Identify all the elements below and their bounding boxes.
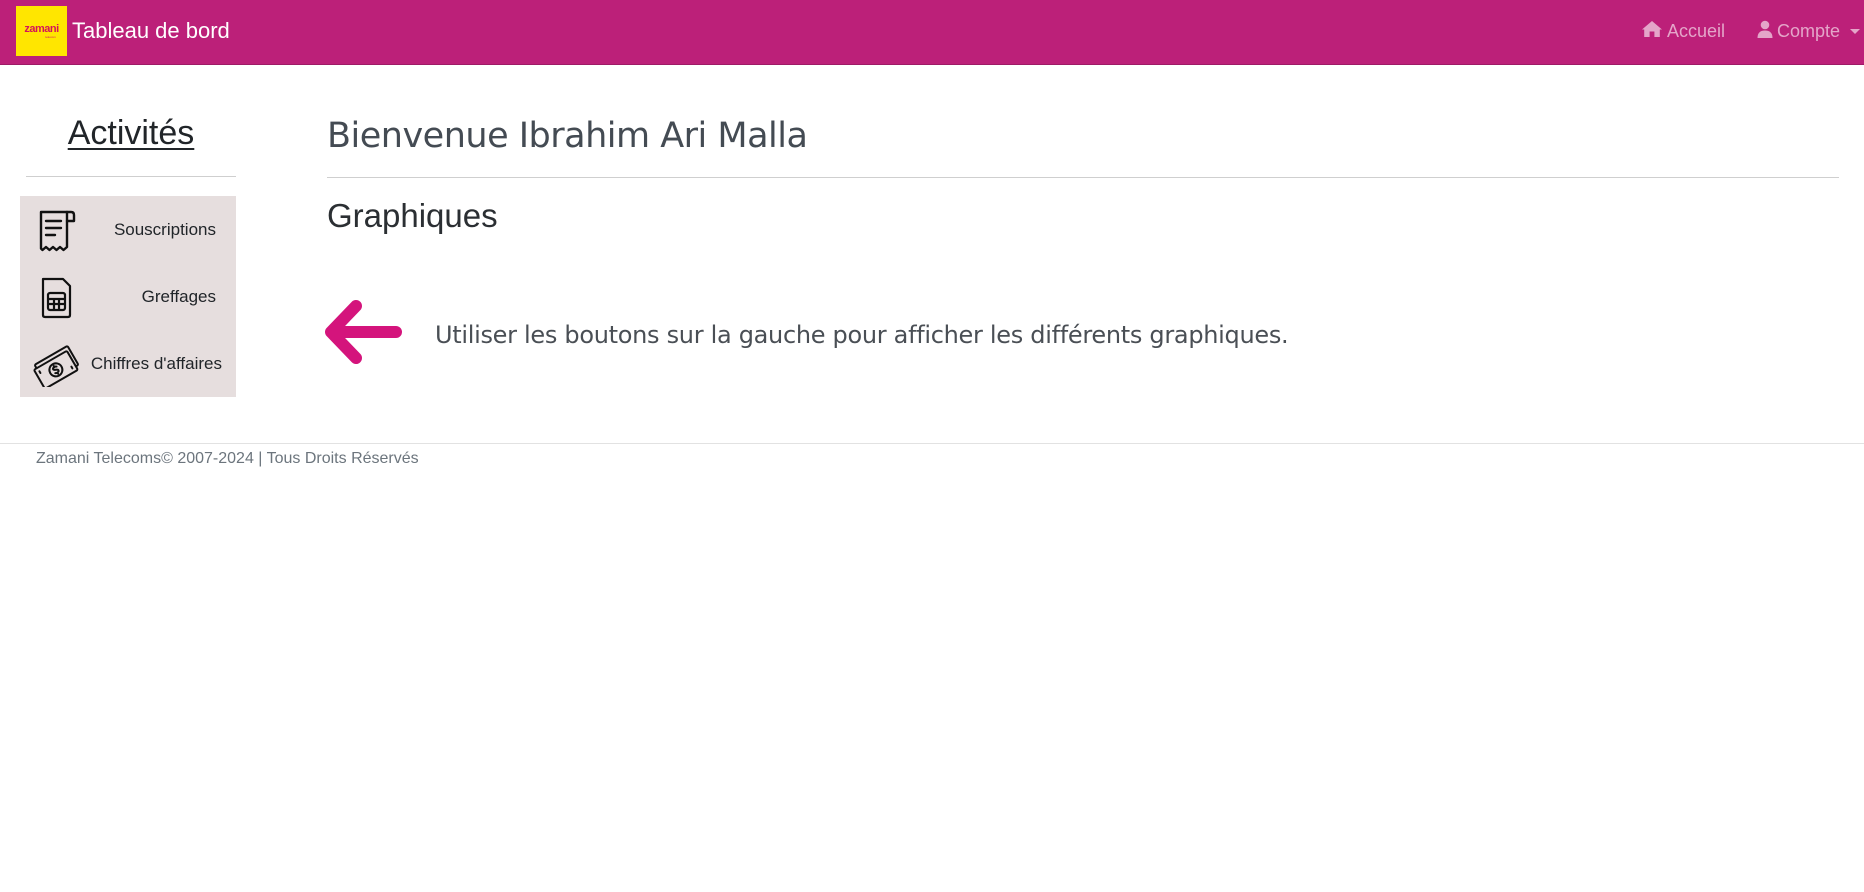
brand-link[interactable]: zamani telecom Tableau de bord [16,6,230,56]
arrow-left-icon [325,296,405,373]
home-link[interactable]: Accueil [1625,20,1741,43]
home-icon [1641,20,1663,43]
money-icon [32,340,80,388]
footer-copyright: Zamani Telecoms© 2007-2024 | Tous Droits… [36,450,419,467]
sidebar-title: Activités [67,114,195,152]
hint-text: Utiliser les boutons sur la gauche pour … [435,320,1289,349]
main-divider [327,177,1839,178]
sim-card-icon [32,273,80,321]
logo-text: zamani [24,22,59,35]
sidebar-item-label: Greffages [141,286,216,306]
zamani-logo: zamani telecom [16,6,67,56]
account-dropdown[interactable]: Compte [1741,20,1864,43]
hint-row: Utiliser les boutons sur la gauche pour … [325,296,1289,373]
sidebar-item-souscriptions[interactable]: Souscriptions [20,196,236,263]
sidebar-item-label: Souscriptions [113,219,216,239]
sidebar-item-greffages[interactable]: Greffages [20,263,236,330]
chevron-down-icon [1850,28,1860,34]
welcome-heading: Bienvenue Ibrahim Ari Malla [327,116,808,156]
app-title: Tableau de bord [72,18,230,43]
sidebar-item-label: Chiffres d'affaires [90,353,222,373]
account-label: Compte [1776,20,1840,41]
sidebar-panel: Souscriptions Greffages Chiffres d'affai… [20,196,236,397]
home-label: Accueil [1666,20,1725,41]
section-title: Graphiques [327,197,498,234]
sidebar-item-chiffres-affaires[interactable]: Chiffres d'affaires [20,330,236,397]
navbar-right: Accueil Compte [1625,0,1864,62]
logo-subtext: telecom [45,34,56,39]
sidebar-divider [26,176,236,177]
top-navbar: zamani telecom Tableau de bord Accueil C… [0,0,1864,65]
receipt-icon [32,206,80,254]
user-icon [1757,20,1773,43]
footer-divider [0,443,1864,444]
